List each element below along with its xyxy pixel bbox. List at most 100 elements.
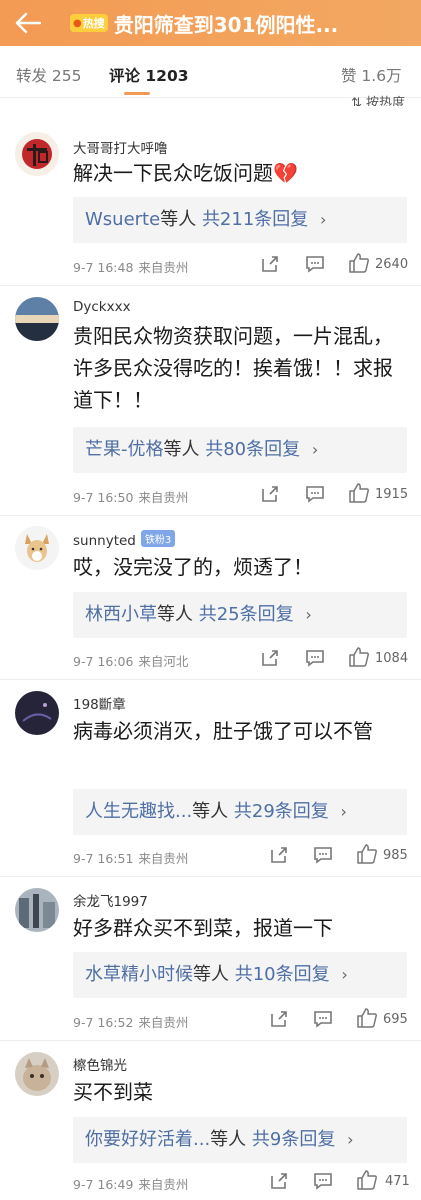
reply-mid: 等人 [163,439,200,460]
like-icon[interactable] [356,1169,378,1191]
username[interactable]: 余龙飞1997 [73,890,148,910]
sunset-sky-avatar-icon [15,297,59,341]
active-tab-indicator [124,92,150,95]
reply-count: 共25条回复 [198,604,294,625]
share-icon[interactable] [268,1170,290,1192]
chevron-right-icon: › [340,802,347,821]
comment-icon[interactable] [312,1008,334,1030]
comment-text: 贵阳民众物资获取问题，一片混乱，许多民众没得吃的！挨着饿！！求报道下！！ [73,324,393,412]
like-count: 695 [383,1012,408,1027]
like-count: 2640 [375,257,409,272]
username[interactable]: 198斷章 [73,693,126,713]
sort-toggle[interactable]: ⇅ 按热度 [351,92,405,106]
comment-text: 解决一下民众吃饭问题💔 [73,161,298,185]
reply-mid: 等人 [210,1129,247,1150]
comment-location: 来自贵州 [138,1177,189,1192]
like-count: 1084 [375,651,409,666]
share-icon[interactable] [268,1008,290,1030]
back-button[interactable] [8,0,48,46]
username[interactable]: 檫色锦光 [73,1054,127,1074]
comment-meta: 9-7 16:06 来自河北 [73,651,188,670]
header-bar: ● 热搜 贵阳筛查到301例阳性... [0,0,421,46]
sort-label: 按热度 [365,96,405,106]
chevron-right-icon: › [320,210,327,229]
like-icon[interactable] [356,843,378,865]
fu-character-avatar-icon [15,132,59,176]
chevron-right-icon: › [347,1130,354,1149]
divider [0,876,421,877]
fox-cartoon-avatar-icon [15,526,59,570]
sort-icon: ⇅ [350,96,362,106]
tab-repost[interactable]: 转发 255 [16,64,82,86]
chevron-right-icon: › [341,965,348,984]
comment-time: 9-7 16:50 [73,490,134,505]
reply-preview[interactable]: Wsuerte等人 共211条回复 › [73,197,407,243]
tab-comments[interactable]: 评论 1203 [109,64,189,86]
username[interactable]: 大哥哥打大呼噜 [73,137,168,157]
street-photo-avatar-icon [15,888,59,932]
avatar[interactable] [15,888,59,932]
reply-names: 水草精小时候 [85,964,193,985]
comment-text: 病毒必须消灭，肚子饿了可以不管 [73,719,373,743]
like-icon[interactable] [348,252,370,274]
reply-preview[interactable]: 人生无趣找...等人 共29条回复 › [73,789,407,835]
share-icon[interactable] [268,844,290,866]
hot-search-badge: ● 热搜 [70,14,108,32]
comment-meta: 9-7 16:51 来自贵州 [73,848,188,867]
reply-count: 共80条回复 [205,439,301,460]
reply-preview[interactable]: 林西小草等人 共25条回复 › [73,592,407,638]
divider [0,1040,421,1041]
comment-icon[interactable] [304,647,326,669]
fan-badge: 铁粉3 [140,530,176,547]
comment-icon[interactable] [312,844,334,866]
comment-icon[interactable] [304,483,326,505]
username[interactable]: Dyckxxx [73,299,131,315]
avatar[interactable] [15,297,59,341]
chevron-right-icon: › [311,440,319,459]
reply-names: 林西小草 [85,604,157,625]
avatar[interactable] [15,132,59,176]
like-icon[interactable] [356,1007,378,1029]
like-icon[interactable] [348,482,370,504]
tab-likes[interactable]: 赞 1.6万 [341,64,402,86]
like-count: 1915 [375,487,409,502]
divider [0,515,421,516]
comment-time: 9-7 16:49 [73,1177,134,1192]
hot-badge-label: 热搜 [82,17,105,30]
reply-names: 人生无趣找... [85,801,193,822]
like-icon[interactable] [348,646,370,668]
reply-count: 共211条回复 [201,209,309,230]
avatar[interactable] [15,691,59,735]
comment-time: 9-7 16:52 [73,1015,134,1030]
reply-mid: 等人 [192,801,229,822]
reply-preview[interactable]: 芒果-优格等人 共80条回复 › [73,427,407,473]
reply-preview[interactable]: 你要好好活着...等人 共9条回复 › [73,1117,407,1163]
username-text: sunnyted [73,533,136,549]
comment-meta: 9-7 16:49 来自贵州 [73,1174,188,1193]
share-icon[interactable] [259,647,281,669]
reply-count: 共29条回复 [233,801,329,822]
reply-mid: 等人 [157,604,193,625]
comment-time: 9-7 16:06 [73,654,134,669]
divider [0,285,421,286]
share-icon[interactable] [259,253,281,275]
comment-text: 买不到菜 [73,1080,153,1104]
comment-time: 9-7 16:51 [73,851,134,866]
username[interactable]: sunnyted 铁粉3 [73,530,176,549]
like-count: 985 [383,848,408,863]
reply-count: 共10条回复 [234,964,330,985]
like-count: 471 [385,1174,410,1189]
comment-icon[interactable] [312,1170,334,1192]
reply-count: 共9条回复 [251,1129,336,1150]
avatar[interactable] [15,526,59,570]
comment-location: 来自贵州 [138,490,189,505]
reply-preview[interactable]: 水草精小时候等人 共10条回复 › [73,952,407,998]
share-icon[interactable] [259,483,281,505]
page-title: 贵阳筛查到301例阳性... [113,12,339,37]
comment-meta: 9-7 16:50 来自贵州 [73,487,188,506]
comment-icon[interactable] [304,253,326,275]
reply-mid: 等人 [160,209,197,230]
comment-meta: 9-7 16:48 来自贵州 [73,257,188,276]
avatar[interactable] [15,1052,59,1096]
reply-mid: 等人 [193,964,229,985]
